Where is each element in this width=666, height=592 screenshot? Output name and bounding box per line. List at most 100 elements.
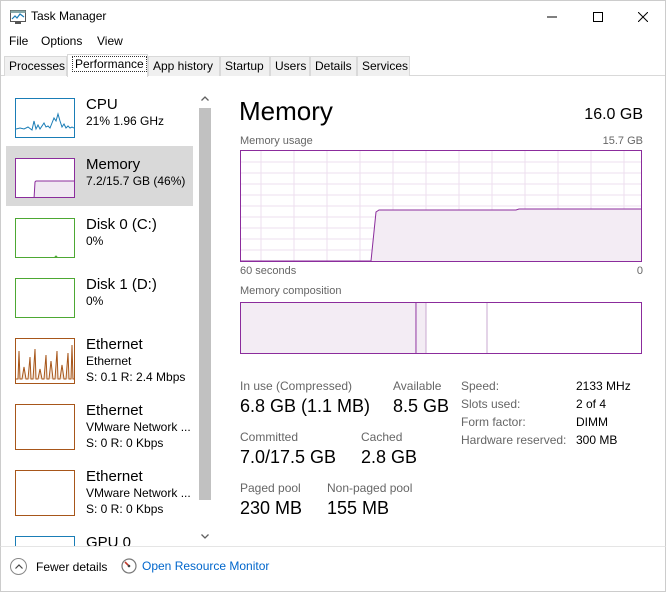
resource-throughput: S: 0.1 R: 2.4 Mbps: [86, 370, 186, 384]
memory-usage-graph: [240, 150, 642, 262]
close-button[interactable]: [620, 1, 666, 32]
tab-processes[interactable]: Processes: [4, 56, 67, 76]
memory-composition-label: Memory composition: [240, 285, 342, 297]
ethernet-1-thumbnail-graph: [15, 338, 75, 384]
resource-detail: 21% 1.96 GHz: [86, 114, 165, 128]
committed-value: 7.0/17.5 GB: [240, 447, 337, 467]
resource-name: GPU 0: [86, 534, 132, 546]
graph-time-end: 0: [636, 265, 643, 277]
committed-label: Committed: [240, 430, 299, 444]
tab-performance[interactable]: Performance: [67, 54, 148, 77]
non-paged-pool-value: 155 MB: [327, 498, 390, 518]
resource-name: Disk 0 (C:): [86, 216, 157, 233]
resource-name: Ethernet: [86, 336, 143, 353]
fewer-details-label: Fewer details: [36, 559, 108, 574]
slots-label: Slots used:: [461, 397, 521, 411]
non-paged-pool-label: Non-paged pool: [327, 481, 413, 495]
resource-item-memory[interactable]: Memory 7.2/15.7 GB (46%): [6, 146, 193, 206]
slots-value: 2 of 4: [576, 397, 607, 411]
resource-item-cpu[interactable]: CPU 21% 1.96 GHz: [6, 86, 193, 146]
memory-total: 16.0 GB: [584, 106, 643, 123]
cached-value: 2.8 GB: [361, 447, 418, 467]
memory-details: Memory 16.0 GB Memory usage 15.7 GB 60 s…: [239, 96, 643, 536]
resource-detail: 7.2/15.7 GB (46%): [86, 174, 186, 188]
tab-users[interactable]: Users: [270, 56, 310, 76]
resource-name: CPU: [86, 96, 118, 113]
paged-pool-label: Paged pool: [240, 481, 301, 495]
resource-item-disk-0[interactable]: Disk 0 (C:) 0%: [6, 206, 193, 266]
in-use-value: 6.8 GB (1.1 MB): [240, 396, 371, 416]
graph-time-label: 60 seconds: [240, 265, 297, 277]
memory-usage-max: 15.7 GB: [602, 135, 643, 147]
tab-services[interactable]: Services: [357, 56, 410, 76]
menu-options[interactable]: Options: [41, 34, 82, 48]
hardware-reserved-label: Hardware reserved:: [461, 433, 567, 447]
resource-name: Ethernet: [86, 468, 143, 485]
resource-throughput: S: 0 R: 0 Kbps: [86, 436, 164, 450]
task-manager-icon: [10, 10, 26, 24]
resource-name: Ethernet: [86, 402, 143, 419]
resource-detail: VMware Network ...: [86, 420, 191, 434]
available-value: 8.5 GB: [393, 396, 450, 416]
resource-monitor-icon: [121, 558, 137, 574]
memory-usage-label: Memory usage: [240, 135, 313, 147]
open-resource-monitor-link[interactable]: Open Resource Monitor: [121, 558, 269, 574]
close-icon: [638, 11, 648, 22]
menu-file[interactable]: File: [9, 34, 28, 48]
scroll-down-button[interactable]: [197, 528, 213, 544]
cached-label: Cached: [361, 430, 403, 444]
resource-detail: Ethernet: [86, 354, 132, 368]
maximize-icon: [593, 11, 603, 22]
form-factor-label: Form factor:: [461, 415, 526, 429]
fewer-details-button[interactable]: Fewer details: [10, 558, 107, 575]
hardware-reserved-value: 300 MB: [576, 433, 618, 447]
scroll-up-button[interactable]: [197, 90, 213, 106]
resource-list: CPU 21% 1.96 GHz Memory 7.2/15.7 GB (46%…: [1, 86, 215, 546]
title-bar: Task Manager: [0, 0, 666, 31]
resource-item-ethernet-1[interactable]: Ethernet Ethernet S: 0.1 R: 2.4 Mbps: [6, 326, 193, 390]
in-use-label: In use (Compressed): [240, 379, 353, 393]
open-resource-monitor-label: Open Resource Monitor: [142, 559, 270, 573]
tab-startup[interactable]: Startup: [220, 56, 270, 76]
resource-item-disk-1[interactable]: Disk 1 (D:) 0%: [6, 266, 193, 326]
resource-detail: VMware Network ...: [86, 486, 191, 500]
gpu-0-thumbnail-graph: [15, 536, 75, 546]
resource-name: Disk 1 (D:): [86, 276, 157, 293]
resource-detail: 0%: [86, 294, 104, 308]
disk-0-thumbnail-graph: [15, 218, 75, 258]
page-title: Memory: [239, 96, 333, 126]
tab-strip: Processes Performance App history Startu…: [0, 53, 666, 77]
paged-pool-value: 230 MB: [240, 498, 303, 518]
resource-item-gpu-0[interactable]: GPU 0: [6, 524, 193, 546]
resource-list-scrollbar[interactable]: [197, 90, 213, 544]
chevron-down-icon: [201, 533, 209, 539]
disk-1-thumbnail-graph: [15, 278, 75, 318]
window-title: Task Manager: [31, 9, 107, 23]
memory-composition-bar: [240, 302, 642, 354]
speed-value: 2133 MHz: [576, 379, 631, 393]
tab-app-history[interactable]: App history: [148, 56, 220, 76]
chevron-up-circle-icon: [10, 558, 27, 575]
ethernet-2-thumbnail-graph: [15, 404, 75, 450]
form-factor-value: DIMM: [576, 415, 608, 429]
footer-bar: Fewer details Open Resource Monitor: [0, 546, 666, 592]
speed-label: Speed:: [461, 379, 500, 393]
resource-item-ethernet-3[interactable]: Ethernet VMware Network ... S: 0 R: 0 Kb…: [6, 458, 193, 522]
resource-item-ethernet-2[interactable]: Ethernet VMware Network ... S: 0 R: 0 Kb…: [6, 392, 193, 456]
minimize-button[interactable]: [529, 1, 575, 32]
maximize-button[interactable]: [575, 1, 621, 32]
scroll-thumb[interactable]: [199, 108, 211, 500]
resource-name: Memory: [86, 156, 141, 173]
performance-panel: CPU 21% 1.96 GHz Memory 7.2/15.7 GB (46%…: [0, 76, 666, 546]
menu-bar: File Options View: [0, 31, 666, 53]
resource-throughput: S: 0 R: 0 Kbps: [86, 502, 164, 516]
chevron-up-icon: [201, 95, 209, 101]
minimize-icon: [547, 16, 557, 17]
memory-thumbnail-graph: [15, 158, 75, 198]
tab-details[interactable]: Details: [310, 56, 357, 76]
resource-detail: 0%: [86, 234, 104, 248]
available-label: Available: [393, 379, 442, 393]
ethernet-3-thumbnail-graph: [15, 470, 75, 516]
cpu-thumbnail-graph: [15, 98, 75, 138]
menu-view[interactable]: View: [97, 34, 123, 48]
